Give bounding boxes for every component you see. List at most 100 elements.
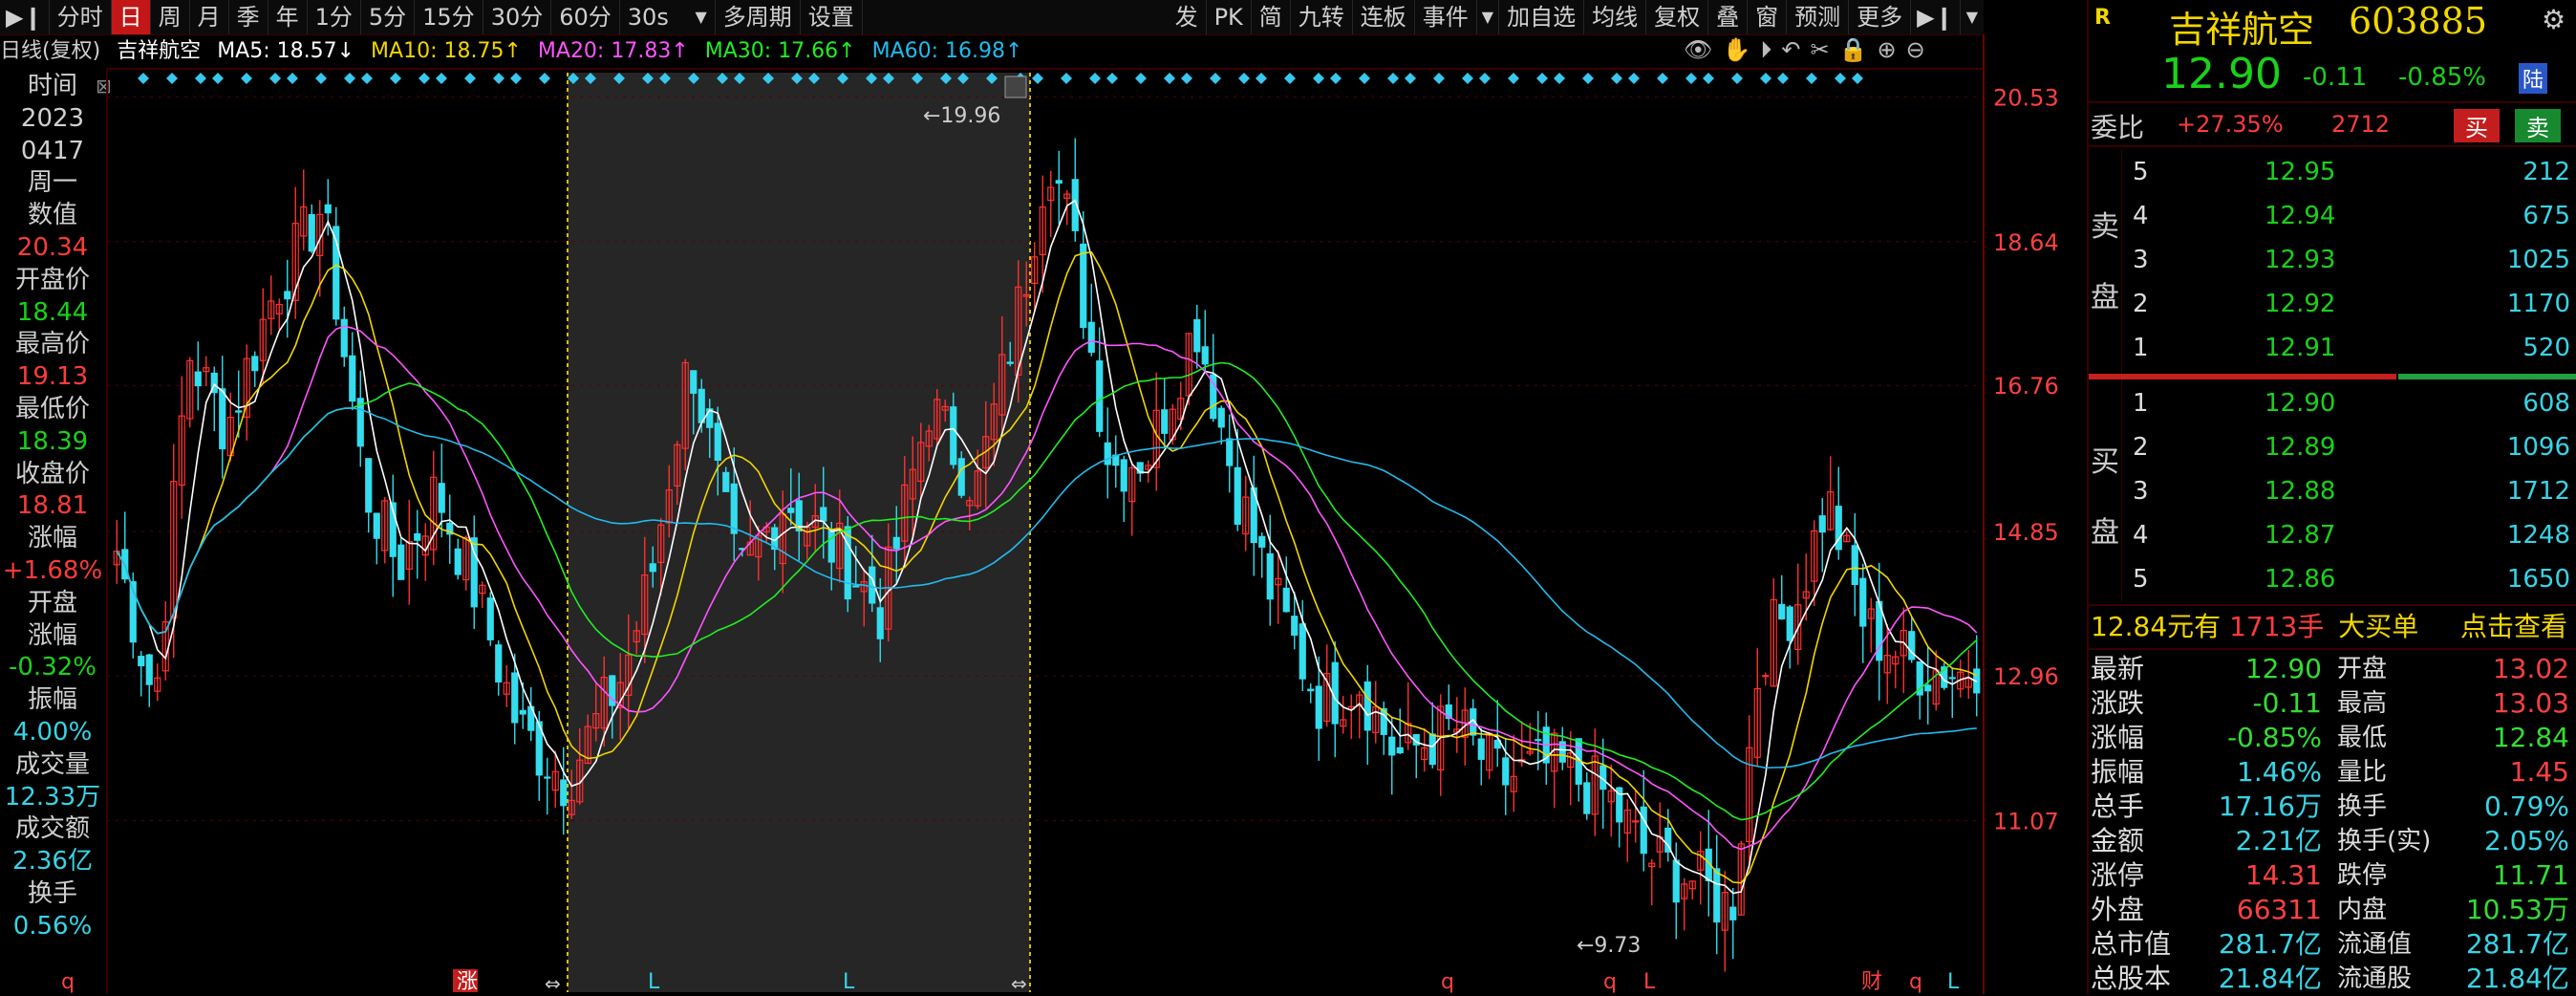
stat-value: 281.7亿	[2465, 928, 2569, 960]
orderbook-level: 5	[2133, 158, 2149, 186]
event-diamond-icon	[1359, 73, 1370, 84]
event-diamond-icon	[1462, 73, 1473, 84]
stat-row: 外盘 66311 内盘 10.53万	[2091, 893, 2573, 927]
stat-label: 金额	[2091, 825, 2145, 856]
bottom-marker: L	[648, 970, 660, 994]
big-order-row[interactable]: 12.84元有 1713手 大买单 点击查看	[2091, 608, 2573, 646]
candle-body	[219, 388, 226, 450]
orderbook-volume: 520	[2522, 334, 2570, 362]
stat-label: 开盘	[2337, 655, 2388, 683]
candle-body	[1428, 733, 1436, 766]
event-diamond-icon	[1061, 73, 1072, 84]
orderbook-level: 3	[2133, 477, 2149, 506]
event-diamond-icon	[1777, 73, 1789, 84]
candle-body	[730, 483, 738, 534]
event-diamond-icon	[1313, 73, 1324, 84]
big-order-price: 12.84元有	[2091, 611, 2222, 642]
sell-button[interactable]: 卖	[2515, 109, 2561, 142]
candle-body	[194, 371, 202, 387]
stat-label: 最低	[2337, 724, 2388, 752]
candle-body	[950, 406, 957, 466]
orderbook-level: 3	[2133, 246, 2149, 274]
event-diamond-icon	[212, 73, 224, 84]
candle-body	[560, 779, 568, 807]
candle-body	[1315, 685, 1322, 729]
candle-body	[844, 526, 851, 600]
stat-value: 66311	[2236, 894, 2322, 925]
candle-body	[251, 356, 259, 372]
candle-body	[340, 318, 348, 357]
event-diamond-icon	[241, 73, 252, 84]
orderbook-volume: 1096	[2506, 433, 2570, 462]
event-diamond-icon	[1731, 73, 1743, 84]
bottom-marker: L	[1643, 970, 1656, 994]
orderbook-row[interactable]: 5 12.86 1650	[2121, 558, 2576, 600]
price-pct: -0.85%	[2398, 63, 2486, 92]
candle-body	[544, 776, 551, 779]
orderbook-volume: 608	[2522, 389, 2570, 418]
candle-body	[876, 607, 884, 639]
orderbook-row[interactable]: 4 12.87 1248	[2121, 514, 2576, 556]
stat-value: 281.7亿	[2218, 928, 2322, 960]
candle-body	[1583, 782, 1591, 814]
orderbook-level: 5	[2133, 565, 2149, 594]
stat-value: -0.11	[2252, 687, 2322, 719]
stat-row: 最新 12.90 开盘 13.02	[2091, 652, 2573, 686]
candle-body	[1786, 606, 1793, 641]
orderbook-row[interactable]: 3 12.93 1025	[2121, 239, 2576, 281]
stat-label: 外盘	[2091, 894, 2145, 925]
orderbook-row[interactable]: 3 12.88 1712	[2121, 470, 2576, 512]
kline-chart[interactable]: 20.53 18.64 16.76 14.85 12.96 11.07 ←19.96 ←9.7…	[0, 0, 2087, 994]
orderbook-volume: 1025	[2506, 246, 2570, 274]
orderbook-row[interactable]: 1 12.90 608	[2121, 382, 2576, 424]
candle-body	[438, 483, 445, 513]
event-diamond-icon	[1238, 73, 1250, 84]
orderbook-row[interactable]: 5 12.95 212	[2121, 151, 2576, 193]
orderbook-volume: 1712	[2506, 477, 2570, 506]
candle-body	[892, 536, 900, 550]
event-diamond-icon	[269, 73, 281, 84]
event-diamond-icon	[1628, 73, 1640, 84]
candle-body	[365, 458, 373, 513]
event-diamond-icon	[287, 73, 298, 84]
big-order-link[interactable]: 点击查看	[2460, 608, 2567, 646]
candle-body	[519, 709, 526, 715]
stat-row: 振幅 1.46% 量比 1.45	[2091, 755, 2573, 790]
buy-button[interactable]: 买	[2454, 109, 2500, 142]
candle-body	[1299, 623, 1306, 680]
event-diamond-icon	[138, 73, 149, 84]
orderbook-row[interactable]: 2 12.89 1096	[2121, 426, 2576, 468]
orderbook-row[interactable]: 2 12.92 1170	[2121, 283, 2576, 325]
event-diamond-icon	[1554, 73, 1565, 84]
candle-body	[1291, 616, 1299, 636]
max-price-label: ←19.96	[923, 104, 1000, 128]
event-diamond-icon	[1106, 73, 1118, 84]
stat-row: 涨停 14.31 跌停 11.71	[2091, 858, 2573, 893]
ma60-line	[116, 407, 1977, 769]
candle-body	[820, 507, 827, 522]
settings-gear-icon[interactable]: ⚙	[2542, 4, 2565, 35]
candle-body	[284, 291, 291, 300]
divider	[2089, 604, 2576, 606]
candle-body	[486, 597, 494, 640]
ma20-line	[116, 325, 1978, 851]
bottom-marker: L	[1947, 970, 1960, 994]
stat-label: 涨停	[2091, 859, 2145, 891]
candle-body	[1120, 459, 1127, 492]
event-diamond-icon	[1703, 73, 1714, 84]
candle-body	[1087, 321, 1095, 354]
event-diamond-icon	[1135, 73, 1147, 84]
event-diamond-icon	[1508, 73, 1519, 84]
event-diamond-icon	[1032, 73, 1043, 84]
orderbook-volume: 1248	[2506, 521, 2570, 550]
bottom-marker: q	[1603, 970, 1617, 994]
candle-body	[138, 656, 145, 667]
orderbook-row[interactable]: 4 12.94 675	[2121, 195, 2576, 237]
stat-label: 最新	[2091, 653, 2145, 684]
orderbook-row[interactable]: 1 12.91 520	[2121, 327, 2576, 369]
candle-body	[1818, 515, 1826, 533]
candle-body	[1234, 466, 1241, 525]
stat-value: 12.90	[2244, 653, 2322, 684]
event-diamond-icon	[195, 73, 206, 84]
webi-value: +27.35%	[2177, 111, 2284, 138]
